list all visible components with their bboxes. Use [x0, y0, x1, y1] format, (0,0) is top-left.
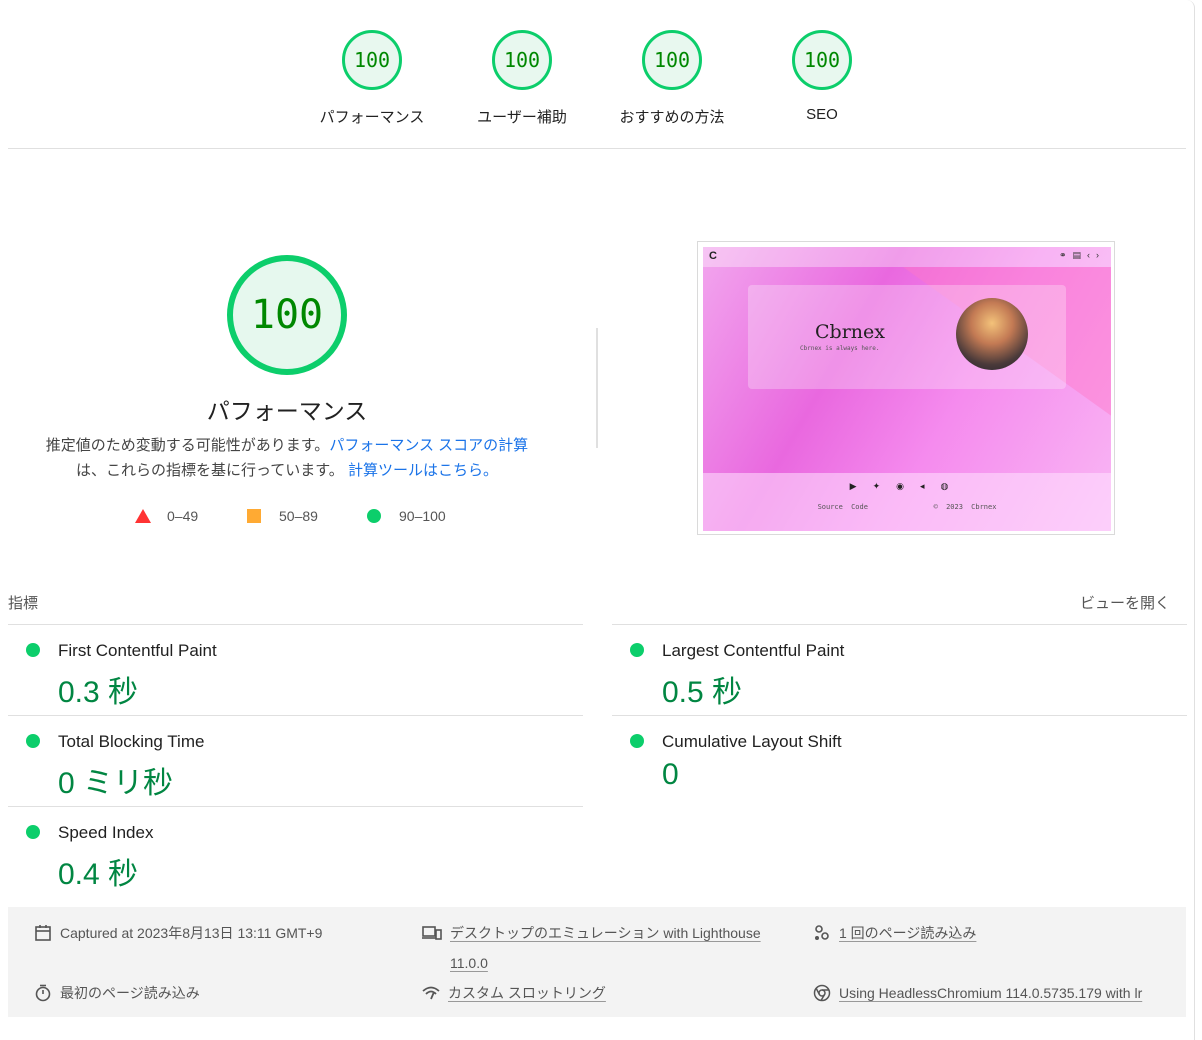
gauge-label: パフォーマンス	[319, 109, 425, 126]
screenshot-navbar: C ⚭▤‹›	[703, 247, 1111, 267]
legend-range: 90–100	[399, 508, 446, 524]
screenshot-page: C ⚭▤‹› Cbrnex Cbrnex is always here. ▶✦◉…	[703, 247, 1111, 531]
gauge-score: 100	[642, 30, 702, 90]
browser-text: Using HeadlessChromium 114.0.5735.179 wi…	[839, 985, 1143, 1001]
legend-fail: 0–49	[135, 508, 198, 524]
pass-circle-icon	[26, 643, 40, 657]
page-loads-text: 1 回のページ読み込み	[839, 925, 977, 941]
metric-speed-index: Speed Index 0.4 秒	[8, 806, 583, 897]
metric-value: 0	[662, 758, 679, 791]
navbar-icons: ⚭▤‹›	[1058, 250, 1105, 260]
legend-range: 50–89	[279, 508, 318, 524]
runtime-page-loads[interactable]: 1 回のページ読み込み	[813, 924, 976, 948]
score-description: 推定値のため変動する可能性があります。パフォーマンス スコアの計算 は、これらの…	[37, 433, 537, 483]
metrics-heading: 指標	[8, 595, 39, 612]
profile-name: Cbrnex	[815, 321, 885, 343]
captured-text: Captured at 2023年8月13日 13:11 GMT+9	[60, 925, 323, 941]
divider	[8, 148, 1186, 149]
circle-icon	[367, 509, 381, 523]
description-text: 推定値のため変動する可能性があります。	[45, 437, 330, 454]
throttling-text: カスタム スロットリング	[448, 985, 606, 1001]
legend-average: 50–89	[247, 508, 318, 524]
runtime-settings: Captured at 2023年8月13日 13:11 GMT+9 デスクトッ…	[8, 907, 1186, 1017]
performance-title: パフォーマンス	[206, 398, 368, 424]
footer-links: Source Code © 2023 Cbrnex	[703, 503, 1111, 511]
legend-range: 0–49	[167, 508, 199, 524]
copyright-text: © 2023 Cbrnex	[933, 503, 997, 511]
profile-card: Cbrnex Cbrnex is always here.	[748, 285, 1066, 389]
metric-value: 0.5 秒	[662, 676, 743, 709]
gauge-label: SEO	[806, 106, 838, 123]
runtime-emulation[interactable]: デスクトップのエミュレーション with Lighthouse 11.0.0	[422, 924, 761, 978]
gauge-performance[interactable]: 100 パフォーマンス	[307, 30, 437, 127]
pass-circle-icon	[630, 643, 644, 657]
calendar-icon	[35, 925, 51, 941]
metric-first-contentful-paint: First Contentful Paint 0.3 秒	[8, 624, 583, 715]
gauge-score: 100	[492, 30, 552, 90]
profile-tagline: Cbrnex is always here.	[800, 345, 880, 352]
square-icon	[247, 509, 261, 523]
runtime-initial-load: 最初のページ読み込み	[34, 984, 200, 1008]
metric-total-blocking-time: Total Blocking Time 0 ミリ秒	[8, 715, 583, 806]
description-text: は、これらの指標を基に行っています。	[76, 462, 344, 479]
metric-title: Speed Index	[58, 823, 154, 842]
runtime-captured: Captured at 2023年8月13日 13:11 GMT+9	[34, 924, 322, 948]
performance-score-gauge: 100	[227, 255, 347, 375]
runtime-browser[interactable]: Using HeadlessChromium 114.0.5735.179 wi…	[813, 984, 1142, 1008]
network-signal-icon	[422, 986, 440, 1000]
runtime-throttling[interactable]: カスタム スロットリング	[422, 984, 606, 1008]
metric-value: 0.4 秒	[58, 858, 139, 891]
gauge-best-practices[interactable]: 100 おすすめの方法	[607, 30, 737, 127]
category-gauges: 100 パフォーマンス 100 ユーザー補助 100 おすすめの方法 100 S…	[0, 30, 1194, 140]
chrome-icon	[813, 984, 831, 1002]
initial-load-text: 最初のページ読み込み	[60, 985, 200, 1001]
final-screenshot[interactable]: C ⚭▤‹› Cbrnex Cbrnex is always here. ▶✦◉…	[697, 241, 1115, 535]
metric-title: Cumulative Layout Shift	[662, 732, 842, 751]
gauge-score: 100	[342, 30, 402, 90]
metric-cumulative-layout-shift: Cumulative Layout Shift 0	[612, 715, 1187, 806]
emulation-version: 11.0.0	[450, 955, 488, 971]
timer-icon	[35, 984, 51, 1002]
page-loads-icon	[815, 925, 829, 940]
gauge-score: 100	[792, 30, 852, 90]
pass-circle-icon	[630, 734, 644, 748]
metric-title: Largest Contentful Paint	[662, 641, 845, 660]
vertical-divider	[596, 328, 598, 448]
metric-title: Total Blocking Time	[58, 732, 205, 751]
metric-value: 0.3 秒	[58, 676, 139, 709]
triangle-icon	[135, 509, 151, 523]
metric-largest-contentful-paint: Largest Contentful Paint 0.5 秒	[612, 624, 1187, 715]
pass-circle-icon	[26, 825, 40, 839]
gauge-accessibility[interactable]: 100 ユーザー補助	[457, 30, 587, 127]
desktop-devices-icon	[422, 926, 442, 940]
gauge-label: おすすめの方法	[619, 109, 725, 126]
site-logo-icon: C	[709, 250, 717, 262]
gauge-seo[interactable]: 100 SEO	[757, 30, 887, 123]
calculator-link[interactable]: 計算ツールはこちら。	[348, 462, 498, 479]
metric-value: 0 ミリ秒	[58, 767, 174, 800]
score-calculation-link[interactable]: パフォーマンス スコアの計算	[329, 437, 528, 454]
expand-view-toggle[interactable]: ビューを開く	[1080, 592, 1170, 613]
avatar	[956, 298, 1028, 370]
pass-circle-icon	[26, 734, 40, 748]
screenshot-footer: ▶✦◉◂◍ Source Code © 2023 Cbrnex	[703, 473, 1111, 531]
source-code-link: Source Code	[817, 503, 868, 511]
social-icons: ▶✦◉◂◍	[849, 481, 965, 491]
emulation-text: デスクトップのエミュレーション with Lighthouse	[450, 925, 761, 941]
gauge-label: ユーザー補助	[477, 109, 567, 126]
metric-title: First Contentful Paint	[58, 641, 217, 660]
legend-pass: 90–100	[367, 508, 446, 524]
